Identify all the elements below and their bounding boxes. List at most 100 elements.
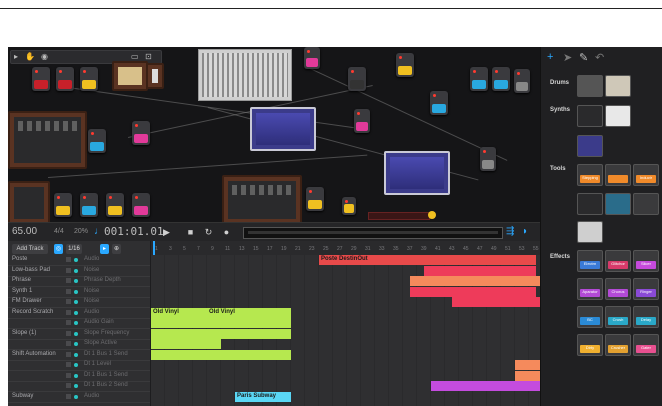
- pedal-module[interactable]: [54, 193, 72, 217]
- knob[interactable]: [428, 211, 436, 219]
- mute-toggle[interactable]: [66, 257, 71, 262]
- mute-toggle[interactable]: [66, 299, 71, 304]
- mute-toggle[interactable]: [66, 288, 71, 294]
- tool-tile[interactable]: [633, 193, 659, 215]
- playhead[interactable]: [153, 241, 155, 255]
- cursor-icon[interactable]: ✎: [579, 51, 588, 64]
- fullscreen-icon[interactable]: ⊡: [145, 52, 152, 61]
- tempo-display[interactable]: 65.00: [12, 226, 37, 237]
- track-row[interactable]: Audio Gain: [8, 318, 150, 329]
- clip[interactable]: [410, 286, 536, 297]
- effect-tile[interactable]: Ringer: [633, 278, 659, 300]
- mute-toggle[interactable]: [66, 393, 71, 399]
- clip[interactable]: [151, 318, 291, 328]
- record-button[interactable]: ●: [220, 226, 233, 238]
- pedal-module[interactable]: [304, 47, 320, 69]
- module-window[interactable]: [8, 181, 50, 222]
- tool-tile[interactable]: [605, 164, 631, 186]
- follow-button[interactable]: ▸: [100, 244, 109, 254]
- clip[interactable]: Poste DestinOut: [319, 255, 536, 265]
- metronome-icon[interactable]: ⇶: [506, 226, 514, 237]
- mute-toggle[interactable]: [66, 341, 71, 346]
- effect-tile[interactable]: Dirty: [577, 334, 603, 356]
- pointer-icon[interactable]: ➤: [563, 51, 572, 64]
- mute-toggle[interactable]: [66, 362, 71, 367]
- clip[interactable]: [151, 328, 291, 339]
- undo-icon[interactable]: ↶: [595, 51, 604, 64]
- track-row[interactable]: Poste Audio: [8, 255, 150, 266]
- mute-toggle[interactable]: [66, 372, 71, 378]
- effect-tile[interactable]: Slicer: [633, 250, 659, 272]
- pedal-module[interactable]: [430, 91, 448, 115]
- clip[interactable]: Old Vinyl: [207, 307, 291, 318]
- clip[interactable]: Paris Subway: [235, 391, 291, 402]
- add-icon[interactable]: +: [547, 51, 553, 63]
- pedal-module[interactable]: [348, 67, 366, 91]
- effect-tile[interactable]: Aparator: [577, 278, 603, 300]
- pedal-module[interactable]: [342, 197, 356, 215]
- mute-toggle[interactable]: [66, 351, 71, 357]
- tool-tile[interactable]: Inductr: [633, 164, 659, 186]
- clip[interactable]: [151, 339, 221, 349]
- effect-tile[interactable]: Delay: [633, 306, 659, 328]
- drum-machine-module[interactable]: [8, 111, 87, 169]
- pedal-module[interactable]: [132, 121, 150, 145]
- mute-toggle[interactable]: [66, 383, 71, 388]
- pedal-module[interactable]: [80, 193, 98, 217]
- track-row[interactable]: Low-bass Pad Noise: [8, 266, 150, 277]
- mute-toggle[interactable]: [66, 309, 71, 315]
- synth-tile[interactable]: [605, 105, 631, 127]
- pedal-module[interactable]: [56, 67, 74, 91]
- effect-tile[interactable]: Electrn: [577, 250, 603, 272]
- pedal-module[interactable]: [396, 53, 414, 77]
- grid-select[interactable]: 1/16: [66, 244, 82, 254]
- pedal-module[interactable]: [514, 69, 530, 93]
- effect-tile[interactable]: Crusher: [605, 334, 631, 356]
- track-row[interactable]: FM Drawer Noise: [8, 297, 150, 308]
- pedal-module[interactable]: [470, 67, 488, 91]
- play-button[interactable]: ▶: [160, 226, 173, 238]
- mute-toggle[interactable]: [66, 278, 71, 283]
- effect-tile[interactable]: Crush: [605, 306, 631, 328]
- effect-tile[interactable]: BC: [577, 306, 603, 328]
- module-window[interactable]: [112, 61, 148, 91]
- track-row[interactable]: Shift Automation Dt 1 Bus 1 Send: [8, 350, 150, 361]
- track-row[interactable]: Dt 1 Level: [8, 360, 150, 371]
- track-row[interactable]: Slope (1) Slope Frequency: [8, 329, 150, 340]
- mute-toggle[interactable]: [66, 267, 71, 273]
- pedal-module[interactable]: [354, 109, 370, 133]
- track-row[interactable]: Subway Audio: [8, 392, 150, 403]
- pedal-module[interactable]: [480, 147, 496, 171]
- loop-region-icon[interactable]: ◗: [522, 226, 528, 237]
- track-row[interactable]: Dt 1 Bus 2 Send: [8, 381, 150, 392]
- track-row[interactable]: Phrase Phrase Depth: [8, 276, 150, 287]
- meter-display[interactable]: 4/4: [54, 228, 64, 235]
- pedal-module[interactable]: [88, 129, 106, 153]
- module-window[interactable]: [368, 212, 430, 220]
- mute-toggle[interactable]: [66, 320, 71, 325]
- pedal-module[interactable]: [80, 67, 98, 91]
- pedal-module[interactable]: [306, 187, 324, 211]
- drum-tile[interactable]: [577, 75, 603, 97]
- grab-icon[interactable]: ▸: [14, 52, 18, 61]
- hand-icon[interactable]: ✋: [25, 52, 35, 61]
- zoom-icon[interactable]: ◉: [41, 52, 48, 61]
- effect-tile[interactable]: Glitchor: [605, 250, 631, 272]
- mixer-module[interactable]: [198, 49, 292, 101]
- pedal-module[interactable]: [106, 193, 124, 217]
- stop-button[interactable]: ■: [184, 226, 197, 238]
- timeline-ruler[interactable]: 1 3 5 7 9 11 13 15 17 19 21 23 25 27 29 31 33 35 37 39 41 43 4…: [151, 241, 540, 256]
- synth-tile[interactable]: [577, 105, 603, 127]
- synth-tile[interactable]: [577, 135, 603, 157]
- pedal-module[interactable]: [32, 67, 50, 91]
- patch-canvas[interactable]: ▸ ✋ ◉ ▭ ⊡: [8, 47, 540, 222]
- track-row[interactable]: Slope Active: [8, 339, 150, 350]
- song-overview[interactable]: [243, 227, 503, 239]
- clip-grid[interactable]: Poste DestinOut Old Vinyl Old Vinyl Paris S…: [151, 255, 592, 406]
- pedal-module[interactable]: [132, 193, 150, 217]
- tool-tile[interactable]: [577, 193, 603, 215]
- clip[interactable]: [424, 265, 536, 276]
- snap-button[interactable]: ◎: [54, 244, 63, 254]
- clip[interactable]: [452, 297, 550, 307]
- zoom-button[interactable]: ⊕: [112, 244, 121, 254]
